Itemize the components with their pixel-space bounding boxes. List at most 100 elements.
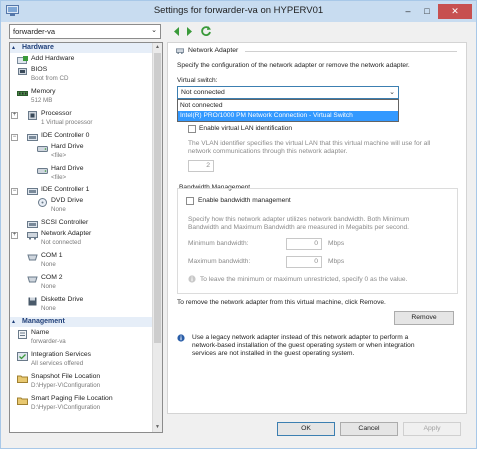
virtual-switch-dropdown: Not connected Intel(R) PRO/1000 PM Netwo… — [177, 99, 399, 122]
scrollbar-thumb[interactable] — [154, 53, 161, 343]
tree-item-label: Hard Drive — [51, 143, 84, 150]
tree-item-label: Processor — [41, 110, 72, 117]
tree-item-name[interactable]: Name forwarder-va — [17, 329, 151, 349]
tree-item-label: Hard Drive — [51, 165, 84, 172]
tree-item-label: Diskette Drive — [41, 296, 84, 303]
chevron-down-icon: ⌄ — [151, 27, 157, 34]
back-arrow-icon[interactable] — [172, 26, 182, 37]
expand-processor-icon[interactable]: + — [11, 112, 18, 119]
cancel-button[interactable]: Cancel — [340, 422, 398, 436]
tree-item-detail: None — [41, 283, 56, 290]
tree-item-label: COM 1 — [41, 252, 63, 259]
panel-description: Specify the configuration of the network… — [177, 62, 410, 69]
tree-item-label: Name — [31, 329, 50, 336]
integration-services-icon — [17, 352, 28, 361]
management-section-label: Management — [22, 318, 65, 325]
minimum-bandwidth-input[interactable]: 0 — [286, 238, 322, 250]
maximize-button[interactable]: □ — [418, 4, 436, 19]
tree-item-detail: 1 Virtual processor — [41, 119, 93, 126]
tree-item-label: SCSI Controller — [41, 219, 89, 226]
ide-controller-icon — [27, 134, 38, 141]
apply-button[interactable]: Apply — [403, 422, 461, 436]
vlan-id-input[interactable]: 2 — [188, 160, 214, 172]
tree-item-label: BIOS — [31, 66, 48, 73]
vlan-description-line2: network communications through this netw… — [188, 148, 348, 155]
network-adapter-icon — [176, 48, 184, 54]
tree-item-label: DVD Drive — [51, 197, 84, 204]
ok-button[interactable]: OK — [277, 422, 335, 436]
tree-item-label: Snapshot File Location — [31, 373, 101, 380]
tree-item-label: Add Hardware — [31, 55, 75, 62]
title-bar: Settings for forwarder-va on HYPERV01 – … — [1, 1, 476, 22]
bandwidth-checkbox-label: Enable bandwidth management — [198, 197, 291, 204]
com-port-icon — [27, 254, 38, 261]
hardware-section-header[interactable]: ▴ Hardware — [10, 43, 153, 53]
switch-option-intel-pro[interactable]: Intel(R) PRO/1000 PM Network Connection … — [178, 111, 398, 121]
remove-button[interactable]: Remove — [394, 311, 454, 325]
snapshot-folder-icon — [17, 375, 28, 383]
legacy-adapter-note-line2: network-based installation of the guest … — [192, 342, 415, 349]
diskette-icon — [28, 297, 37, 306]
tree-item-network-adapter[interactable]: Network Adapter Not connected — [27, 230, 151, 250]
processor-icon — [28, 111, 37, 120]
virtual-switch-value: Not connected — [181, 89, 225, 96]
tree-item-detail: Not connected — [41, 239, 81, 246]
tree-scrollbar[interactable]: ▲ ▼ — [152, 43, 162, 432]
tree-item-memory[interactable]: Memory 512 MB — [17, 88, 151, 108]
tree-item-snapshot-location[interactable]: Snapshot File Location D:\Hyper-V\Config… — [17, 373, 151, 393]
collapse-icon: ▴ — [12, 45, 16, 51]
vlan-description-line1: The VLAN identifier specifies the virtua… — [188, 140, 431, 147]
switch-option-not-connected[interactable]: Not connected — [178, 101, 398, 111]
tree-item-smart-paging-location[interactable]: Smart Paging File Location D:\Hyper-V\Co… — [17, 395, 151, 415]
tree-item-label: IDE Controller 1 — [41, 186, 90, 193]
tree-item-detail: D:\Hyper-V\Configuration — [31, 404, 101, 411]
scsi-controller-icon — [27, 221, 38, 228]
forward-arrow-icon[interactable] — [184, 26, 194, 37]
panel-title: Network Adapter — [188, 47, 239, 54]
tree-item-processor[interactable]: Processor 1 Virtual processor — [27, 110, 151, 130]
scroll-down-icon[interactable]: ▼ — [153, 423, 162, 432]
collapse-ide1-icon[interactable]: − — [11, 188, 18, 195]
bandwidth-description-line1: Specify how this network adapter utilize… — [188, 216, 410, 223]
tree-item-diskette-drive[interactable]: Diskette Drive None — [27, 296, 151, 316]
close-button[interactable]: ✕ — [438, 4, 472, 19]
bandwidth-info-text: To leave the minimum or maximum unrestri… — [200, 276, 408, 283]
vlan-checkbox[interactable] — [188, 125, 196, 133]
tree-item-detail: <file> — [51, 152, 67, 159]
tree-item-scsi-controller[interactable]: SCSI Controller — [27, 219, 151, 229]
tree-item-detail: <file> — [51, 174, 67, 181]
refresh-icon[interactable] — [200, 25, 212, 37]
minimum-bandwidth-unit: Mbps — [328, 240, 345, 247]
tree-item-integration-services[interactable]: Integration Services All services offere… — [17, 351, 151, 371]
scroll-up-icon[interactable]: ▲ — [153, 43, 162, 52]
tree-item-com2[interactable]: COM 2 None — [27, 274, 151, 294]
smart-paging-folder-icon — [17, 397, 28, 405]
info-icon — [188, 275, 196, 283]
navigation-bar: forwarder-va ⌄ — [1, 22, 476, 42]
maximum-bandwidth-unit: Mbps — [328, 258, 345, 265]
tree-item-hard-drive-1[interactable]: Hard Drive <file> — [37, 143, 151, 163]
expand-network-adapter-icon[interactable]: + — [11, 232, 18, 239]
tree-item-detail: Boot from CD — [31, 75, 69, 82]
hard-drive-icon — [37, 146, 48, 152]
tree-item-com1[interactable]: COM 1 None — [27, 252, 151, 272]
virtual-switch-select[interactable]: Not connected ⌄ — [177, 86, 399, 99]
remove-instruction: To remove the network adapter from this … — [177, 299, 386, 306]
tree-item-label: Network Adapter — [41, 230, 92, 237]
com-port-icon — [27, 276, 38, 283]
tree-item-hard-drive-2[interactable]: Hard Drive <file> — [37, 165, 151, 185]
ide-controller-icon — [27, 188, 38, 195]
hard-drive-icon — [37, 168, 48, 174]
tree-item-ide-controller-1[interactable]: IDE Controller 1 — [27, 186, 151, 196]
tree-item-dvd-drive[interactable]: DVD Drive None — [37, 197, 151, 217]
vm-selector[interactable]: forwarder-va ⌄ — [9, 24, 161, 39]
collapse-ide0-icon[interactable]: − — [11, 134, 18, 141]
bios-chip-icon — [18, 68, 27, 75]
tree-item-bios[interactable]: BIOS Boot from CD — [17, 66, 151, 86]
bandwidth-checkbox[interactable] — [186, 197, 194, 205]
maximum-bandwidth-input[interactable]: 0 — [286, 256, 322, 268]
minimize-button[interactable]: – — [399, 4, 417, 19]
management-section-header[interactable]: ▴ Management — [10, 317, 153, 327]
tree-item-ide-controller-0[interactable]: IDE Controller 0 — [27, 132, 151, 142]
add-hardware-icon — [17, 56, 28, 64]
